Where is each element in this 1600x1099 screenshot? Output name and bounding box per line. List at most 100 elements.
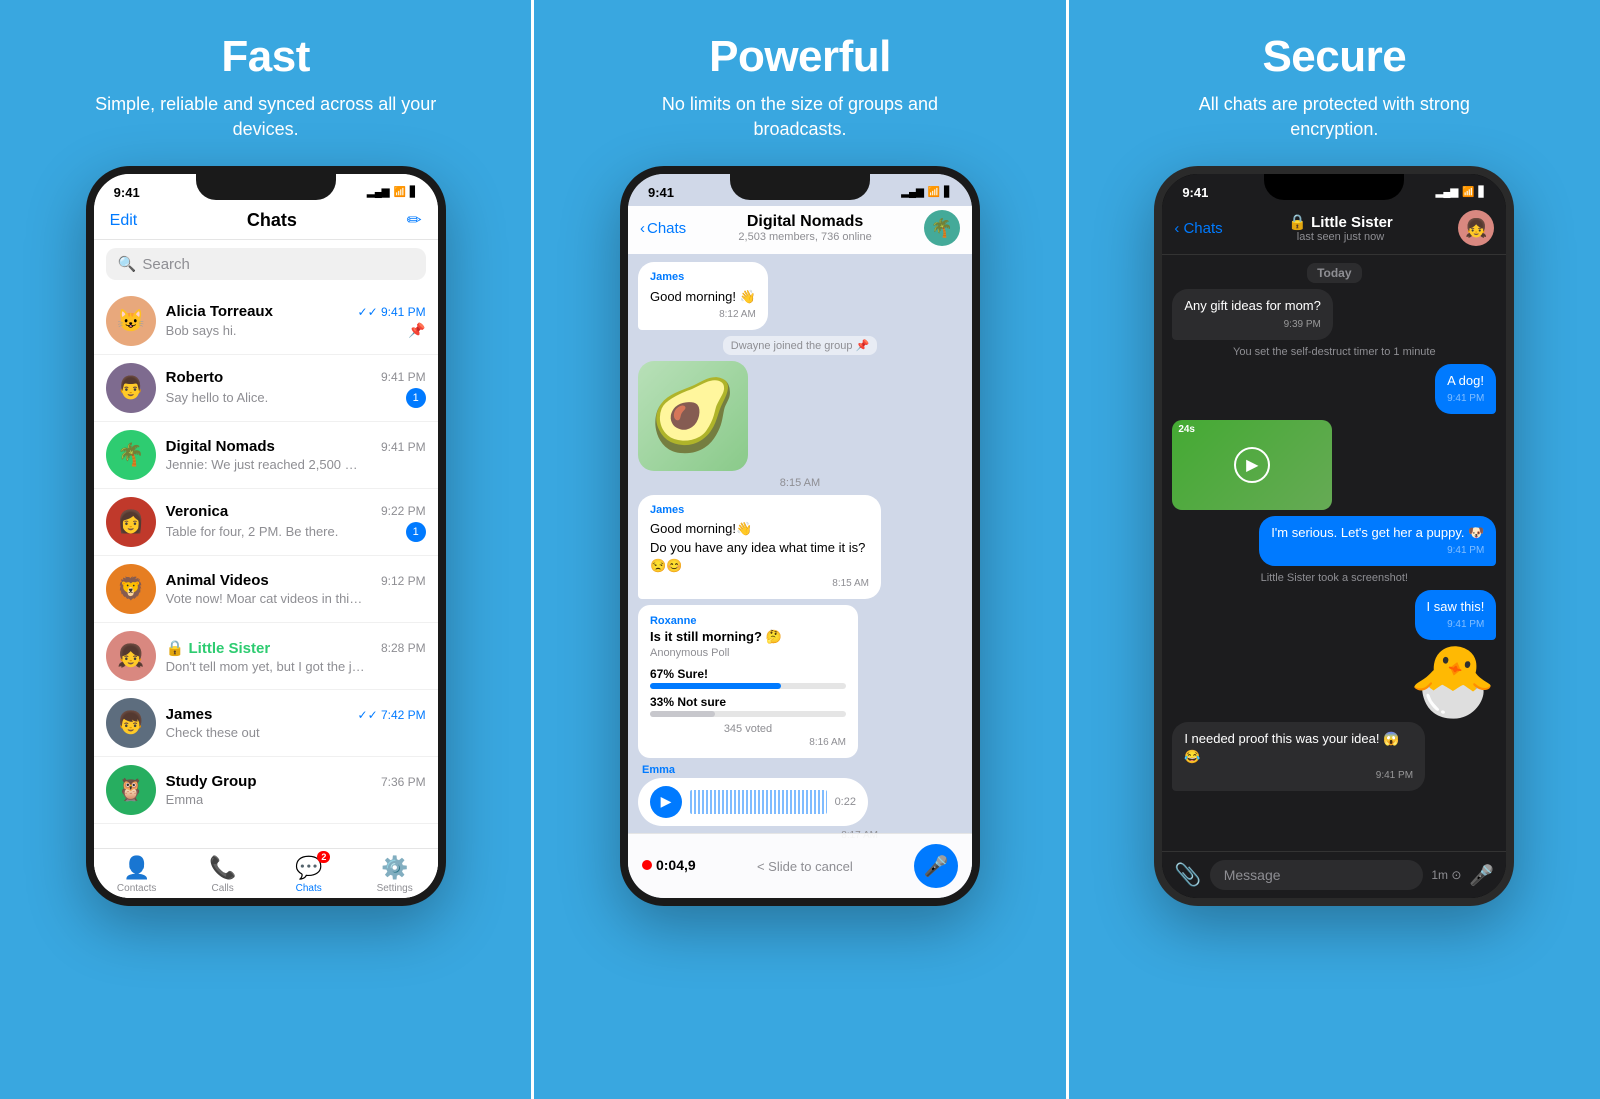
msg-james-morning: James Good morning! 👋 8:12 AM [638,262,768,330]
chat-name-sister: 🔒 Little Sister [166,639,271,657]
dark-msg-time-proof: 9:41 PM [1184,769,1413,783]
dark-message-input[interactable]: Message [1210,860,1424,890]
tab-calls[interactable]: 📞 Calls [180,855,266,894]
chat-item-animals[interactable]: 🦁 Animal Videos 9:12 PM Vote now! Moar c… [94,556,438,623]
chat-item-roberto[interactable]: 👨 Roberto 9:41 PM Say hello to Alice. 1 [94,355,438,422]
msg-time-james-2: 8:15 AM [650,577,869,591]
audio-bubble: ▶ 0:22 [638,778,868,826]
chat-info-animals: Animal Videos 9:12 PM Vote now! Moar cat… [166,572,426,606]
panel-secure: Secure All chats are protected with stro… [1066,0,1600,1099]
poll-bar-bg-sure [650,683,846,689]
badge-veronica: 1 [406,522,426,542]
chat-info-study: Study Group 7:36 PM Emma [166,773,426,807]
tab-chats-label: Chats [296,883,322,894]
chat-name-study: Study Group [166,773,257,790]
search-placeholder: Search [142,256,190,273]
signal-icon-3: ▂▄▆ [1436,187,1458,198]
tab-contacts[interactable]: 👤 Contacts [94,855,180,894]
status-icons-1: ▂▄▆ 📶 ▋ [367,187,418,198]
back-button[interactable]: ‹ Chats [640,220,686,237]
battery-icon-1: ▋ [410,187,418,198]
tab-chats[interactable]: 💬 2 Chats [266,855,352,894]
status-time-2: 9:41 [648,185,674,200]
panel-fast-subtitle: Simple, reliable and synced across all y… [86,92,446,142]
audio-wrapper: Emma ▶ 0:22 8:17 AM [638,764,878,841]
chat-name-row-veronica: Veronica 9:22 PM [166,503,426,520]
chat-preview-row-roberto: Say hello to Alice. 1 [166,388,426,408]
chat-info-roberto: Roberto 9:41 PM Say hello to Alice. 1 [166,369,426,408]
avatar-james: 👦 [106,698,156,748]
chat-name-row-alicia: Alicia Torreaux ✓✓ 9:41 PM [166,303,426,320]
edit-button[interactable]: Edit [110,212,138,230]
calls-icon: 📞 [209,855,236,881]
phone-notch-2 [730,174,870,200]
msg-james-2: James Good morning!👋Do you have any idea… [638,495,881,599]
contacts-icon: 👤 [123,855,150,881]
tab-settings[interactable]: ⚙️ Settings [352,855,438,894]
tab-calls-label: Calls [212,883,234,894]
chat-item-veronica[interactable]: 👩 Veronica 9:22 PM Table for four, 2 PM.… [94,489,438,556]
poll-bar-bg-notsure [650,711,846,717]
chat-item-nomads[interactable]: 🌴 Digital Nomads 9:41 PM Jennie: We just… [94,422,438,489]
chat-item-study[interactable]: 🦉 Study Group 7:36 PM Emma [94,757,438,824]
msg-sender-james-1: James [650,270,756,285]
timestamp-815: 8:15 AM [780,477,820,489]
panel-powerful-title: Powerful [709,32,891,82]
chat-preview-james: Check these out [166,725,260,740]
phone-notch-3 [1264,174,1404,200]
msg-text-james-1: Good morning! 👋 [650,289,756,304]
signal-icon-1: ▂▄▆ [367,187,389,198]
attach-button[interactable]: 📎 [1174,862,1201,888]
poll-option-notsure[interactable]: 33% Not sure [650,695,846,717]
compose-icon[interactable]: ✏ [407,210,422,231]
video-thumbnail: 24s ▶ [1172,420,1332,510]
search-bar[interactable]: 🔍 Search [106,248,426,280]
emoji-sticker: 🐣 [1409,646,1496,716]
chat-name-animals: Animal Videos [166,572,269,589]
chat-time-nomads: 9:41 PM [381,440,426,454]
dark-msg-gift: Any gift ideas for mom? 9:39 PM [1172,289,1333,339]
play-button[interactable]: ▶ [650,786,682,818]
tab-contacts-label: Contacts [117,883,156,894]
wifi-icon-1: 📶 [394,187,406,198]
waveform [690,790,827,814]
dark-chat-title-wrap: 🔒 Little Sister last seen just now [1231,213,1451,243]
poll-pct-sure: 67% Sure! [650,667,846,681]
poll-question: Is it still morning? 🤔 [650,629,846,645]
chats-tab-wrap: 💬 2 [295,855,322,881]
chat-preview-alicia: Bob says hi. [166,323,237,338]
group-title-wrap: Digital Nomads 2,503 members, 736 online [694,213,916,243]
sticker-avocado: 🥑 [638,361,748,471]
chat-time-study: 7:36 PM [381,775,426,789]
dark-mic-button[interactable]: 🎤 [1469,863,1494,888]
dark-msg-time-saw: 9:41 PM [1427,618,1485,632]
group-members-count: 2,503 members, 736 online [694,231,916,243]
chat-name-row-roberto: Roberto 9:41 PM [166,369,426,386]
wifi-icon-3: 📶 [1462,187,1474,198]
screenshot-notice: Little Sister took a screenshot! [1261,572,1408,584]
panel-fast: Fast Simple, reliable and synced across … [0,0,531,1099]
chat-preview-row-alicia: Bob says hi. 📌 [166,322,426,339]
dark-back-button[interactable]: ‹ Chats [1174,220,1222,237]
chat-item-alicia[interactable]: 😺 Alicia Torreaux ✓✓ 9:41 PM Bob says hi… [94,288,438,355]
timer-button[interactable]: 1m ⊙ [1431,868,1461,882]
chat-name-row-study: Study Group 7:36 PM [166,773,426,790]
chat-item-sister[interactable]: 👧 🔒 Little Sister 8:28 PM Don't tell mom… [94,623,438,690]
phone-fast: 9:41 ▂▄▆ 📶 ▋ Edit Chats ✏ 🔍 Search [86,166,446,906]
dark-msg-dog: A dog! 9:41 PM [1435,364,1496,414]
status-time-1: 9:41 [114,185,140,200]
chat-item-james[interactable]: 👦 James ✓✓ 7:42 PM Check these out [94,690,438,757]
dark-msg-text-puppy: I'm serious. Let's get her a puppy. 🐶 [1271,525,1484,540]
dark-contact-avatar: 👧 [1458,210,1494,246]
badge-roberto: 1 [406,388,426,408]
avatar-roberto: 👨 [106,363,156,413]
mic-button[interactable]: 🎤 [914,844,958,888]
panel-secure-title: Secure [1262,32,1406,82]
poll-bar-fill-sure [650,683,781,689]
chat-info-veronica: Veronica 9:22 PM Table for four, 2 PM. B… [166,503,426,542]
poll-option-sure[interactable]: 67% Sure! [650,667,846,689]
avatar-alicia: 😺 [106,296,156,346]
status-icons-2: ▂▄▆ 📶 ▋ [901,187,952,198]
dark-input-bar: 📎 Message 1m ⊙ 🎤 [1162,851,1506,898]
chats-header: Edit Chats ✏ [94,206,438,240]
